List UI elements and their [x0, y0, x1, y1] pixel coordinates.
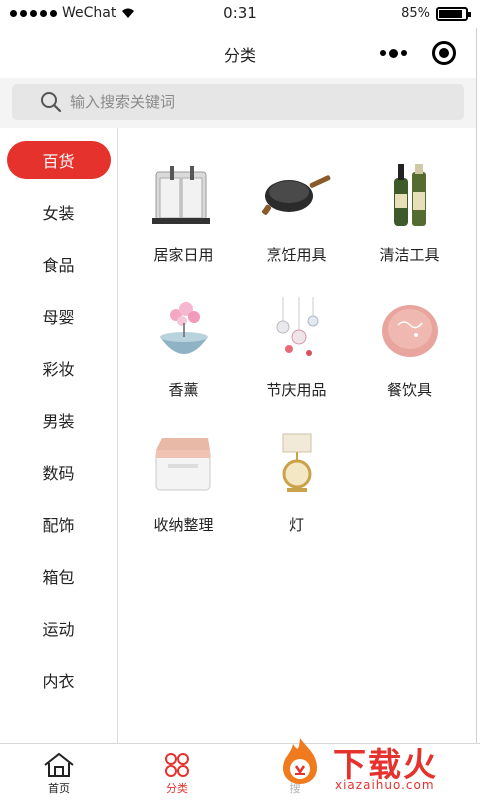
subcategory-label: 收纳整理	[153, 516, 214, 534]
subcategory-label: 香薰	[168, 381, 199, 399]
subcategory-label: 清洁工具	[379, 246, 440, 264]
watermark: 下载火 xiazaihuo.com	[277, 736, 472, 796]
bottles-icon	[393, 164, 426, 226]
sidebar-item-neiyi[interactable]: 内衣	[0, 654, 117, 706]
sidebar-item-label: 食品	[42, 256, 75, 275]
sidebar-item-shipin[interactable]: 食品	[0, 238, 117, 290]
sidebar-item-label: 箱包	[42, 568, 75, 587]
sidebar-item-label: 男装	[42, 412, 75, 431]
aroma-diffuser-icon	[159, 302, 208, 354]
battery-icon	[436, 6, 471, 21]
right-edge-divider	[476, 28, 477, 800]
search-bar	[0, 78, 476, 128]
sidebar-item-baihuo[interactable]: 百货	[0, 134, 117, 186]
sidebar-item-muying[interactable]: 母婴	[0, 290, 117, 342]
tab-category[interactable]: 分类	[118, 744, 236, 800]
subcategory-item[interactable]: 烹饪用具	[240, 150, 353, 285]
tab-home-label: 首页	[48, 782, 70, 795]
sidebar-item-label: 配饰	[42, 516, 75, 535]
subcategory-label: 烹饪用具	[266, 246, 327, 264]
lamp-icon	[282, 433, 311, 492]
search-input[interactable]	[70, 93, 410, 111]
miniprogram-capsule	[372, 38, 462, 68]
sidebar-item-nanzhuang[interactable]: 男装	[0, 394, 117, 446]
storage-box-icon	[155, 438, 210, 491]
ornaments-icon	[276, 297, 318, 356]
sidebar-item-label: 彩妆	[42, 360, 75, 379]
subcategory-item[interactable]: 节庆用品	[240, 285, 353, 420]
subcategory-label: 节庆用品	[266, 381, 327, 399]
nav-bar: 分类	[0, 28, 480, 78]
sidebar-item-label: 女装	[42, 204, 75, 223]
sidebar-item-xiangbao[interactable]: 箱包	[0, 550, 117, 602]
sidebar-item-nvzhuang[interactable]: 女装	[0, 186, 117, 238]
tab-category-label: 分类	[166, 782, 188, 795]
subcategory-label: 居家日用	[153, 246, 214, 264]
watermark-url: xiazaihuo.com	[335, 778, 435, 792]
sidebar-item-label: 运动	[42, 620, 75, 639]
status-bar: WeChat 0:31 85%	[0, 0, 480, 28]
sidebar-item-label: 母婴	[42, 308, 75, 327]
battery-status: 85%	[401, 6, 471, 21]
more-icon[interactable]	[380, 48, 407, 58]
home-icon	[44, 752, 74, 777]
battery-percent: 85%	[401, 6, 430, 21]
plate-icon	[381, 305, 438, 357]
subcategory-label: 灯	[288, 516, 304, 534]
search-box[interactable]	[12, 84, 464, 120]
subcategory-item[interactable]: 香薰	[127, 285, 240, 420]
tab-home[interactable]: 首页	[0, 744, 118, 800]
sidebar-item-shuma[interactable]: 数码	[0, 446, 117, 498]
subcategory-item[interactable]: 清洁工具	[353, 150, 466, 285]
search-icon	[41, 92, 62, 113]
wok-pan-icon	[261, 175, 330, 215]
category-icon	[165, 753, 189, 777]
flame-logo-icon	[283, 738, 317, 784]
knife-block-icon	[151, 166, 210, 224]
sidebar-item-label: 百货	[6, 141, 111, 179]
category-sidebar: 百货 女装 食品 母婴 彩妆 男装 数码 配饰 箱包 运动 内衣	[0, 128, 118, 743]
sidebar-item-yundong[interactable]: 运动	[0, 602, 117, 654]
subcategory-item[interactable]: 居家日用	[127, 150, 240, 285]
subcategory-item[interactable]: 餐饮具	[353, 285, 466, 420]
subcategory-item[interactable]: 灯	[240, 420, 353, 555]
sidebar-item-peishi[interactable]: 配饰	[0, 498, 117, 550]
subcategory-label: 餐饮具	[386, 381, 432, 399]
sidebar-item-label: 数码	[42, 464, 75, 483]
subcategory-grid: 居家日用 烹饪用具 清洁工具 香薰 节庆用品 餐饮具 收纳整理 灯	[127, 150, 467, 555]
sidebar-item-label: 内衣	[42, 672, 75, 691]
sidebar-item-caizhuang[interactable]: 彩妆	[0, 342, 117, 394]
close-target-icon[interactable]	[432, 41, 456, 65]
subcategory-item[interactable]: 收纳整理	[127, 420, 240, 555]
